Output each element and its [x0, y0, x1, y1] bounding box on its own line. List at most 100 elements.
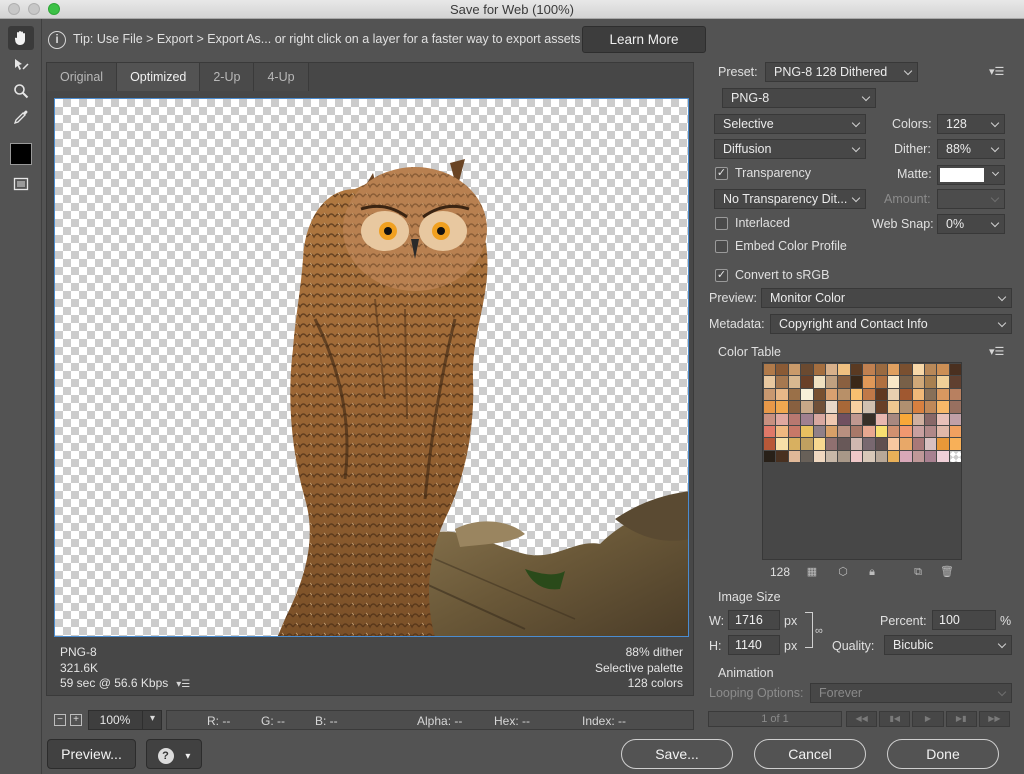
metadata-dropdown[interactable]: Copyright and Contact Info [770, 314, 1012, 334]
color-swatch[interactable] [850, 425, 863, 438]
color-swatch[interactable] [813, 425, 825, 438]
learn-more-button[interactable]: Learn More [582, 26, 706, 53]
color-swatch[interactable] [900, 388, 912, 401]
hand-tool-icon[interactable] [8, 26, 34, 50]
color-swatch[interactable] [887, 364, 900, 376]
color-swatch[interactable] [813, 364, 825, 376]
color-swatch[interactable] [912, 450, 925, 463]
color-swatch[interactable] [764, 364, 776, 376]
color-swatch[interactable] [949, 364, 962, 376]
zoom-out-button[interactable]: − [54, 714, 66, 726]
color-swatch[interactable] [937, 450, 949, 463]
colors-field[interactable]: 128 [937, 114, 1005, 134]
color-swatch[interactable] [788, 438, 801, 450]
tab-original[interactable]: Original [47, 63, 118, 91]
transparency-checkbox[interactable]: ✓ [715, 167, 728, 180]
color-swatch[interactable] [900, 450, 912, 463]
color-swatch[interactable] [937, 438, 949, 450]
preset-menu-icon[interactable]: ▾☰ [989, 65, 1004, 78]
width-field[interactable]: 1716 [728, 610, 780, 630]
color-swatch[interactable] [900, 413, 912, 425]
color-swatch[interactable] [900, 401, 912, 413]
color-swatch[interactable] [863, 425, 875, 438]
color-swatch[interactable] [875, 401, 887, 413]
color-swatch[interactable] [813, 401, 825, 413]
color-swatch[interactable] [949, 388, 962, 401]
color-swatch[interactable] [850, 388, 863, 401]
color-swatch[interactable] [825, 450, 838, 463]
color-swatch[interactable] [925, 438, 937, 450]
color-swatch[interactable] [925, 413, 937, 425]
matte-dropdown[interactable] [937, 165, 1005, 185]
color-swatch[interactable] [912, 388, 925, 401]
color-swatch[interactable] [764, 376, 776, 388]
color-swatch[interactable] [825, 413, 838, 425]
color-swatch[interactable] [801, 450, 813, 463]
color-swatch[interactable] [925, 376, 937, 388]
color-swatch[interactable] [863, 401, 875, 413]
color-swatch[interactable] [801, 376, 813, 388]
color-swatch[interactable] [850, 401, 863, 413]
first-frame-icon[interactable]: ◀◀ [846, 711, 878, 727]
dither-field[interactable]: 88% [937, 139, 1005, 159]
color-swatch[interactable] [850, 376, 863, 388]
color-swatch[interactable] [937, 364, 949, 376]
color-swatch[interactable] [887, 401, 900, 413]
save-button[interactable]: Save... [621, 739, 733, 769]
color-swatch[interactable] [937, 413, 949, 425]
color-swatch[interactable] [838, 364, 850, 376]
color-swatch[interactable] [776, 388, 788, 401]
color-swatch[interactable] [825, 388, 838, 401]
color-swatch[interactable] [801, 401, 813, 413]
color-swatch[interactable] [838, 425, 850, 438]
color-swatch[interactable] [863, 450, 875, 463]
color-swatch[interactable] [788, 450, 801, 463]
tab-4-up[interactable]: 4-Up [254, 63, 309, 91]
color-swatch[interactable] [875, 376, 887, 388]
dither-algorithm-dropdown[interactable]: Diffusion [714, 139, 866, 159]
color-swatch[interactable] [925, 401, 937, 413]
color-swatch[interactable] [850, 438, 863, 450]
color-swatch[interactable] [825, 425, 838, 438]
color-table[interactable] [762, 362, 962, 560]
height-field[interactable]: 1140 [728, 635, 780, 655]
color-swatch[interactable] [764, 401, 776, 413]
color-swatch[interactable] [838, 438, 850, 450]
percent-field[interactable]: 100 [932, 610, 996, 630]
color-swatch[interactable] [825, 401, 838, 413]
optimized-image-canvas[interactable] [54, 98, 689, 637]
color-swatch[interactable] [887, 438, 900, 450]
color-swatch[interactable] [875, 413, 887, 425]
download-speed-menu-icon[interactable]: ▾☰ [176, 677, 190, 693]
eyedropper-tool-icon[interactable] [8, 105, 34, 129]
color-swatch[interactable] [912, 425, 925, 438]
convert-srgb-checkbox[interactable]: ✓ [715, 269, 728, 282]
color-swatch[interactable] [813, 388, 825, 401]
color-table-menu-icon[interactable]: ▾☰ [989, 345, 1004, 358]
color-swatch[interactable] [776, 450, 788, 463]
interlaced-checkbox[interactable] [715, 217, 728, 230]
color-swatch[interactable] [764, 425, 776, 438]
quality-dropdown[interactable]: Bicubic [884, 635, 1012, 655]
color-swatch[interactable] [788, 413, 801, 425]
slice-select-tool-icon[interactable] [8, 53, 34, 77]
color-swatch[interactable] [788, 425, 801, 438]
color-swatch[interactable] [788, 364, 801, 376]
color-swatch[interactable] [813, 413, 825, 425]
cube-icon[interactable]: ⬡ [837, 566, 849, 578]
color-swatch[interactable] [863, 438, 875, 450]
preview-color-dropdown[interactable]: Monitor Color [761, 288, 1012, 308]
color-swatch[interactable] [776, 425, 788, 438]
next-frame-icon[interactable]: ▶▮ [945, 711, 977, 727]
color-swatch[interactable] [875, 364, 887, 376]
play-icon[interactable]: ▶ [912, 711, 944, 727]
color-swatch[interactable] [825, 364, 838, 376]
color-swatch[interactable] [838, 388, 850, 401]
color-swatch[interactable] [788, 388, 801, 401]
color-swatch[interactable] [900, 364, 912, 376]
eyedropper-color-swatch[interactable] [10, 143, 32, 165]
tab-optimized[interactable]: Optimized [117, 63, 201, 91]
color-swatch[interactable] [776, 364, 788, 376]
color-swatch[interactable] [900, 376, 912, 388]
chevron-down-icon[interactable]: ▾ [142, 710, 162, 730]
